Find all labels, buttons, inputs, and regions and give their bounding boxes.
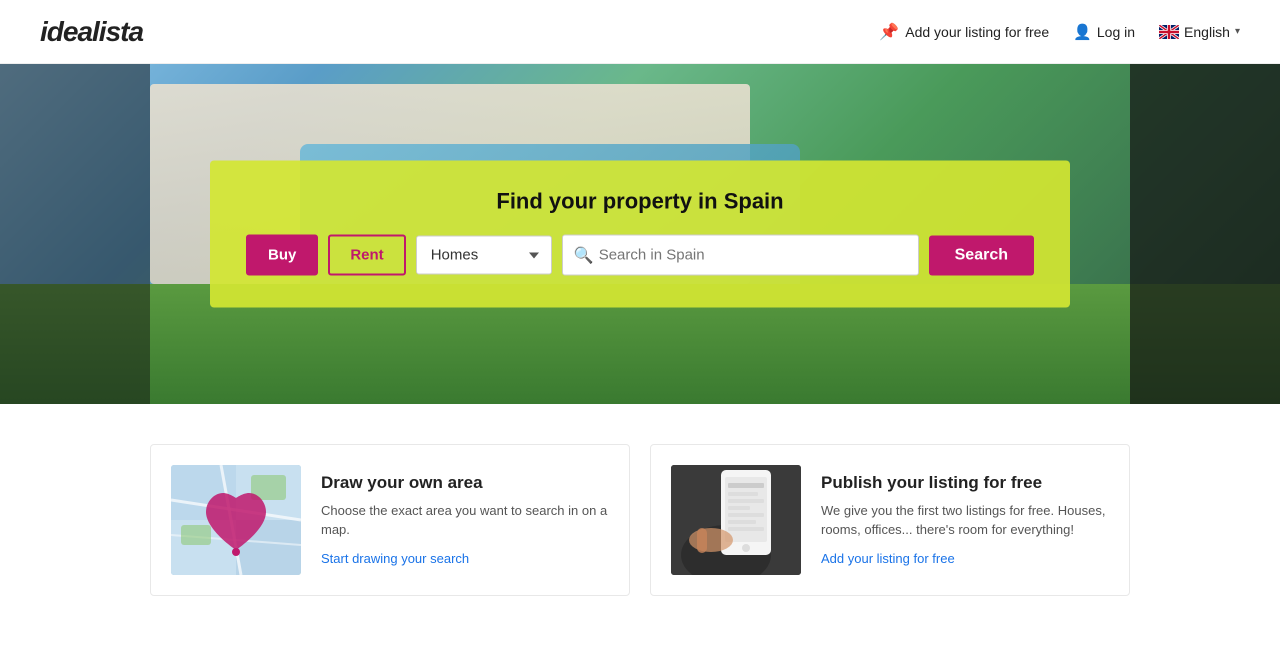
- search-overlay: Find your property in Spain Buy Rent Hom…: [210, 161, 1070, 308]
- language-selector[interactable]: English ▾: [1159, 24, 1240, 40]
- login-label: Log in: [1097, 24, 1135, 40]
- draw-area-link[interactable]: Start drawing your search: [321, 551, 469, 566]
- map-image: [171, 465, 301, 575]
- search-controls: Buy Rent Homes Offices Garages Land Ware…: [246, 235, 1034, 276]
- hero-right-panel: [1130, 64, 1280, 404]
- draw-area-desc: Choose the exact area you want to search…: [321, 501, 609, 540]
- publish-listing-desc: We give you the first two listings for f…: [821, 501, 1109, 540]
- person-icon: 👤: [1073, 23, 1092, 41]
- header-right: 📌 Add your listing for free 👤 Log in Eng…: [879, 22, 1240, 42]
- publish-listing-content: Publish your listing for free We give yo…: [821, 473, 1109, 568]
- hero-section: Find your property in Spain Buy Rent Hom…: [0, 64, 1280, 404]
- cards-section: Draw your own area Choose the exact area…: [0, 404, 1280, 636]
- draw-area-card: Draw your own area Choose the exact area…: [150, 444, 630, 596]
- search-icon: 🔍: [574, 245, 594, 265]
- add-listing-link[interactable]: 📌 Add your listing for free: [879, 22, 1049, 42]
- hero-title: Find your property in Spain: [246, 189, 1034, 215]
- tab-buy[interactable]: Buy: [246, 235, 318, 276]
- phone-image: [671, 465, 801, 575]
- add-listing-label: Add your listing for free: [905, 24, 1049, 40]
- property-type-select[interactable]: Homes Offices Garages Land Warehouses: [416, 236, 552, 275]
- login-link[interactable]: 👤 Log in: [1073, 23, 1135, 41]
- draw-area-image: [171, 465, 301, 575]
- pin-icon: 📌: [879, 22, 899, 42]
- logo: idealista: [40, 16, 143, 48]
- search-input[interactable]: [562, 235, 919, 276]
- publish-listing-link[interactable]: Add your listing for free: [821, 551, 955, 566]
- publish-listing-image: [671, 465, 801, 575]
- draw-area-content: Draw your own area Choose the exact area…: [321, 473, 609, 568]
- publish-listing-card: Publish your listing for free We give yo…: [650, 444, 1130, 596]
- draw-area-title: Draw your own area: [321, 473, 609, 493]
- hero-left-panel: [0, 64, 150, 404]
- flag-uk-icon: [1159, 25, 1179, 39]
- language-label: English: [1184, 24, 1230, 40]
- tab-rent[interactable]: Rent: [328, 235, 405, 276]
- search-input-wrapper: 🔍: [562, 235, 919, 276]
- chevron-down-icon: ▾: [1235, 26, 1240, 37]
- publish-listing-title: Publish your listing for free: [821, 473, 1109, 493]
- search-button[interactable]: Search: [929, 235, 1034, 275]
- header: idealista 📌 Add your listing for free 👤 …: [0, 0, 1280, 64]
